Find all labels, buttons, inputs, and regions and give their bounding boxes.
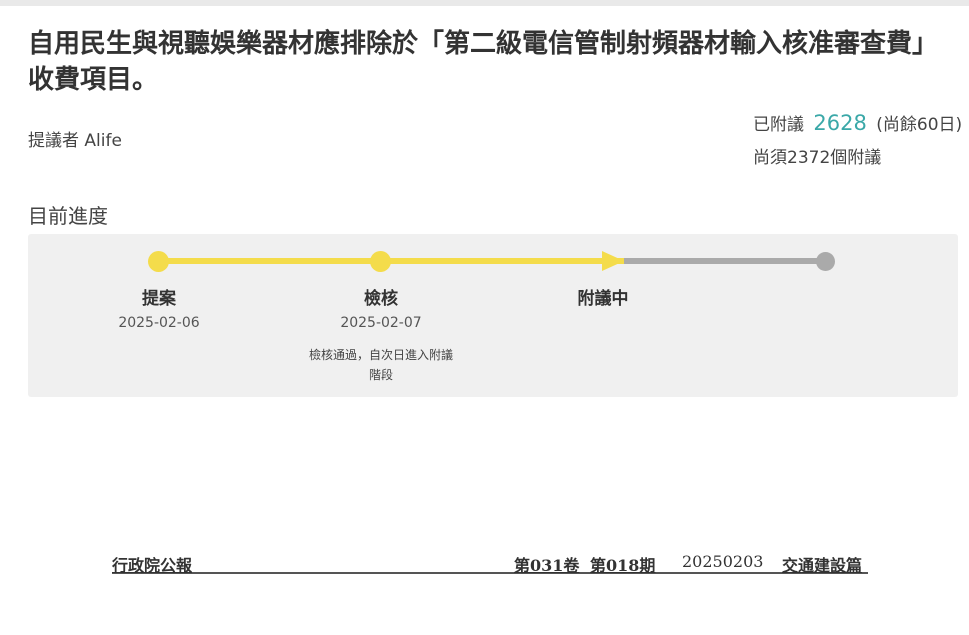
- step-dot-review: [370, 251, 391, 272]
- proposer-label: 提議者 Alife: [28, 131, 122, 151]
- gazette-issue: 第018期: [590, 556, 656, 575]
- step-name: 檢核: [364, 289, 398, 309]
- progress-track-done: [158, 258, 630, 264]
- remaining-days: (尚餘60日): [876, 115, 963, 135]
- progress-heading: 目前進度: [28, 204, 108, 228]
- progress-track-pending: [624, 258, 824, 264]
- gazette-header: 行政院公報 第031卷 第018期 20250203 交通建設篇: [112, 550, 868, 575]
- step-date: 2025-02-07: [340, 315, 422, 331]
- signature-stats: 已附議 2628 (尚餘60日) 尚須2372個附議: [753, 110, 962, 168]
- attached-count: 2628: [813, 111, 867, 135]
- progress-panel: 提案 2025-02-06 檢核 2025-02-07 檢核通過，自次日進入附議…: [28, 234, 958, 397]
- step-dot-final: [816, 252, 835, 271]
- petition-title: 自用民生與視聽娛樂器材應排除於「第二級電信管制射頻器材輸入核准審查費」收費項目。: [28, 29, 939, 95]
- gazette-publisher: 行政院公報: [112, 556, 193, 575]
- gazette-volume: 第031卷: [514, 556, 580, 575]
- attached-line: 已附議 2628 (尚餘60日): [753, 110, 962, 135]
- step-cosign: 附議中: [513, 284, 693, 309]
- step-name: 提案: [142, 289, 176, 309]
- gazette-date: 20250203: [682, 552, 764, 571]
- top-strip: [0, 0, 969, 6]
- gazette-section: 交通建設篇: [782, 556, 863, 575]
- step-proposal: 提案 2025-02-06: [69, 284, 249, 331]
- progress-arrow-icon: [602, 251, 624, 271]
- needed-signatures: 尚須2372個附議: [753, 148, 882, 168]
- attached-label: 已附議: [753, 115, 804, 135]
- step-dot-proposal: [148, 251, 169, 272]
- step-name: 附議中: [577, 289, 629, 309]
- step-review: 檢核 2025-02-07 檢核通過，自次日進入附議階段: [291, 284, 471, 385]
- step-note: 檢核通過，自次日進入附議階段: [308, 348, 453, 382]
- step-date: 2025-02-06: [118, 315, 200, 331]
